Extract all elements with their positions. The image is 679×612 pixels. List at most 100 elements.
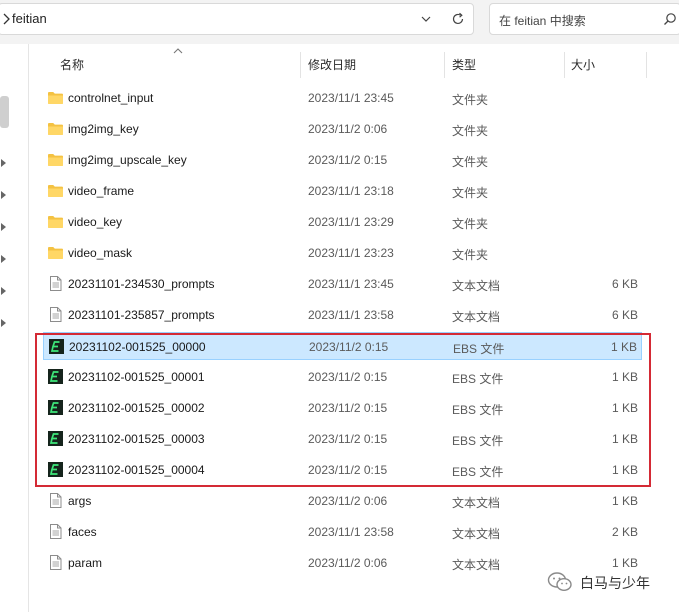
file-date: 2023/11/1 23:45 <box>308 91 394 105</box>
file-type: 文件夹 <box>452 155 489 169</box>
file-name: video_key <box>68 215 123 229</box>
folder-icon <box>47 120 64 137</box>
file-size: 1 KB <box>610 340 637 354</box>
file-name: param <box>68 556 103 570</box>
folder-icon <box>47 244 64 261</box>
column-size[interactable]: 大小 <box>571 50 595 80</box>
address-bar[interactable]: feitian <box>0 3 474 35</box>
file-row[interactable]: img2img_upscale_key 2023/11/2 0:15 文件夹 <box>43 146 642 174</box>
file-row-selected[interactable]: 20231102-001525_00000 2023/11/2 0:15 EBS 文… <box>43 332 642 360</box>
text-file-icon <box>47 554 64 571</box>
nav-scrollbar-thumb[interactable] <box>0 96 9 128</box>
file-size: 1 KB <box>611 556 638 570</box>
watermark-text: 白马与少年 <box>580 575 650 591</box>
file-type: 文本文档 <box>452 496 501 510</box>
expand-arrow-icon[interactable] <box>0 254 7 264</box>
file-date: 2023/11/2 0:06 <box>308 556 388 570</box>
watermark: 白马与少年 <box>547 571 677 595</box>
file-name: video_frame <box>68 184 135 198</box>
file-date: 2023/11/2 0:15 <box>309 340 389 354</box>
file-name: 20231101-234530_prompts <box>68 277 215 291</box>
file-date: 2023/11/1 23:23 <box>308 246 394 260</box>
column-name[interactable]: 名称 <box>60 50 84 80</box>
file-type: 文件夹 <box>452 217 489 231</box>
folder-icon <box>47 151 64 168</box>
column-divider[interactable] <box>300 52 301 78</box>
file-date: 2023/11/1 23:45 <box>308 277 394 291</box>
search-icon[interactable] <box>663 12 677 26</box>
column-date[interactable]: 修改日期 <box>308 50 356 80</box>
folder-icon <box>47 182 64 199</box>
navigation-pane[interactable] <box>0 44 28 612</box>
file-name: faces <box>68 525 97 539</box>
file-row[interactable]: controlnet_input 2023/11/1 23:45 文件夹 <box>43 84 642 112</box>
sort-ascending-icon <box>173 48 183 54</box>
file-row[interactable]: 20231101-235857_prompts 2023/11/1 23:58 文本… <box>43 301 642 329</box>
column-divider[interactable] <box>646 52 647 78</box>
file-name: 20231101-235857_prompts <box>68 308 215 322</box>
file-date: 2023/11/2 0:06 <box>308 494 388 508</box>
file-type: EBS 文件 <box>452 465 504 479</box>
file-name: 20231102-001525_00002 <box>68 401 205 415</box>
file-row[interactable]: 20231102-001525_00002 2023/11/2 0:15 EBS 文… <box>43 394 642 422</box>
text-file-icon <box>47 275 64 292</box>
file-name: 20231102-001525_00001 <box>68 370 205 384</box>
file-size: 1 KB <box>611 463 638 477</box>
file-date: 2023/11/2 0:15 <box>308 432 388 446</box>
toolbar: feitian 在 feitian 中搜索 <box>0 0 679 44</box>
folder-icon <box>47 89 64 106</box>
file-row[interactable]: img2img_key 2023/11/2 0:06 文件夹 <box>43 115 642 143</box>
column-divider[interactable] <box>564 52 565 78</box>
file-type: EBS 文件 <box>452 403 504 417</box>
file-row[interactable]: faces 2023/11/1 23:58 文本文档 2 KB <box>43 518 642 546</box>
file-row[interactable]: video_frame 2023/11/1 23:18 文件夹 <box>43 177 642 205</box>
file-date: 2023/11/2 0:15 <box>308 463 388 477</box>
file-type: 文本文档 <box>452 310 501 324</box>
ebs-file-icon <box>47 368 64 385</box>
expand-arrow-icon[interactable] <box>0 158 7 168</box>
file-type: 文本文档 <box>452 527 501 541</box>
ebs-file-icon <box>47 430 64 447</box>
column-type[interactable]: 类型 <box>452 50 476 80</box>
file-date: 2023/11/1 23:58 <box>308 308 394 322</box>
expand-arrow-icon[interactable] <box>0 318 7 328</box>
file-size: 6 KB <box>611 277 638 291</box>
file-row[interactable]: 20231102-001525_00003 2023/11/2 0:15 EBS 文… <box>43 425 642 453</box>
file-name: img2img_key <box>68 122 139 136</box>
file-row[interactable]: args 2023/11/2 0:06 文本文档 1 KB <box>43 487 642 515</box>
wechat-logo-icon <box>547 572 572 592</box>
search-box[interactable]: 在 feitian 中搜索 <box>489 3 679 35</box>
ebs-file-icon <box>48 338 65 355</box>
file-name: 20231102-001525_00000 <box>69 340 206 354</box>
file-size: 6 KB <box>611 308 638 322</box>
file-type: 文本文档 <box>452 279 501 293</box>
file-row[interactable]: 20231101-234530_prompts 2023/11/1 23:45 文本… <box>43 270 642 298</box>
file-row[interactable]: 20231102-001525_00004 2023/11/2 0:15 EBS 文… <box>43 456 642 484</box>
search-input[interactable]: 在 feitian 中搜索 <box>499 12 586 29</box>
expand-arrow-icon[interactable] <box>0 190 7 200</box>
file-date: 2023/11/2 0:15 <box>308 153 388 167</box>
column-header: 名称 修改日期 类型 大小 <box>29 48 679 80</box>
file-row[interactable]: video_key 2023/11/1 23:29 文件夹 <box>43 208 642 236</box>
expand-arrow-icon[interactable] <box>0 286 7 296</box>
file-name: args <box>68 494 92 508</box>
file-row[interactable]: video_mask 2023/11/1 23:23 文件夹 <box>43 239 642 267</box>
text-file-icon <box>47 306 64 323</box>
expand-arrow-icon[interactable] <box>0 222 7 232</box>
column-divider[interactable] <box>444 52 445 78</box>
file-date: 2023/11/1 23:18 <box>308 184 394 198</box>
file-name: controlnet_input <box>68 91 154 105</box>
file-date: 2023/11/2 0:15 <box>308 370 388 384</box>
file-type: 文件夹 <box>452 248 489 262</box>
file-type: 文本文档 <box>452 558 501 572</box>
pane-divider <box>28 44 29 612</box>
address-path[interactable]: feitian <box>12 11 47 26</box>
chevron-down-icon[interactable] <box>419 11 433 27</box>
file-row[interactable]: 20231102-001525_00001 2023/11/2 0:15 EBS 文… <box>43 363 642 391</box>
text-file-icon <box>47 492 64 509</box>
file-type: EBS 文件 <box>452 434 504 448</box>
refresh-icon[interactable] <box>450 11 466 27</box>
file-size: 1 KB <box>611 401 638 415</box>
file-date: 2023/11/1 23:58 <box>308 525 394 539</box>
file-name: video_mask <box>68 246 133 260</box>
